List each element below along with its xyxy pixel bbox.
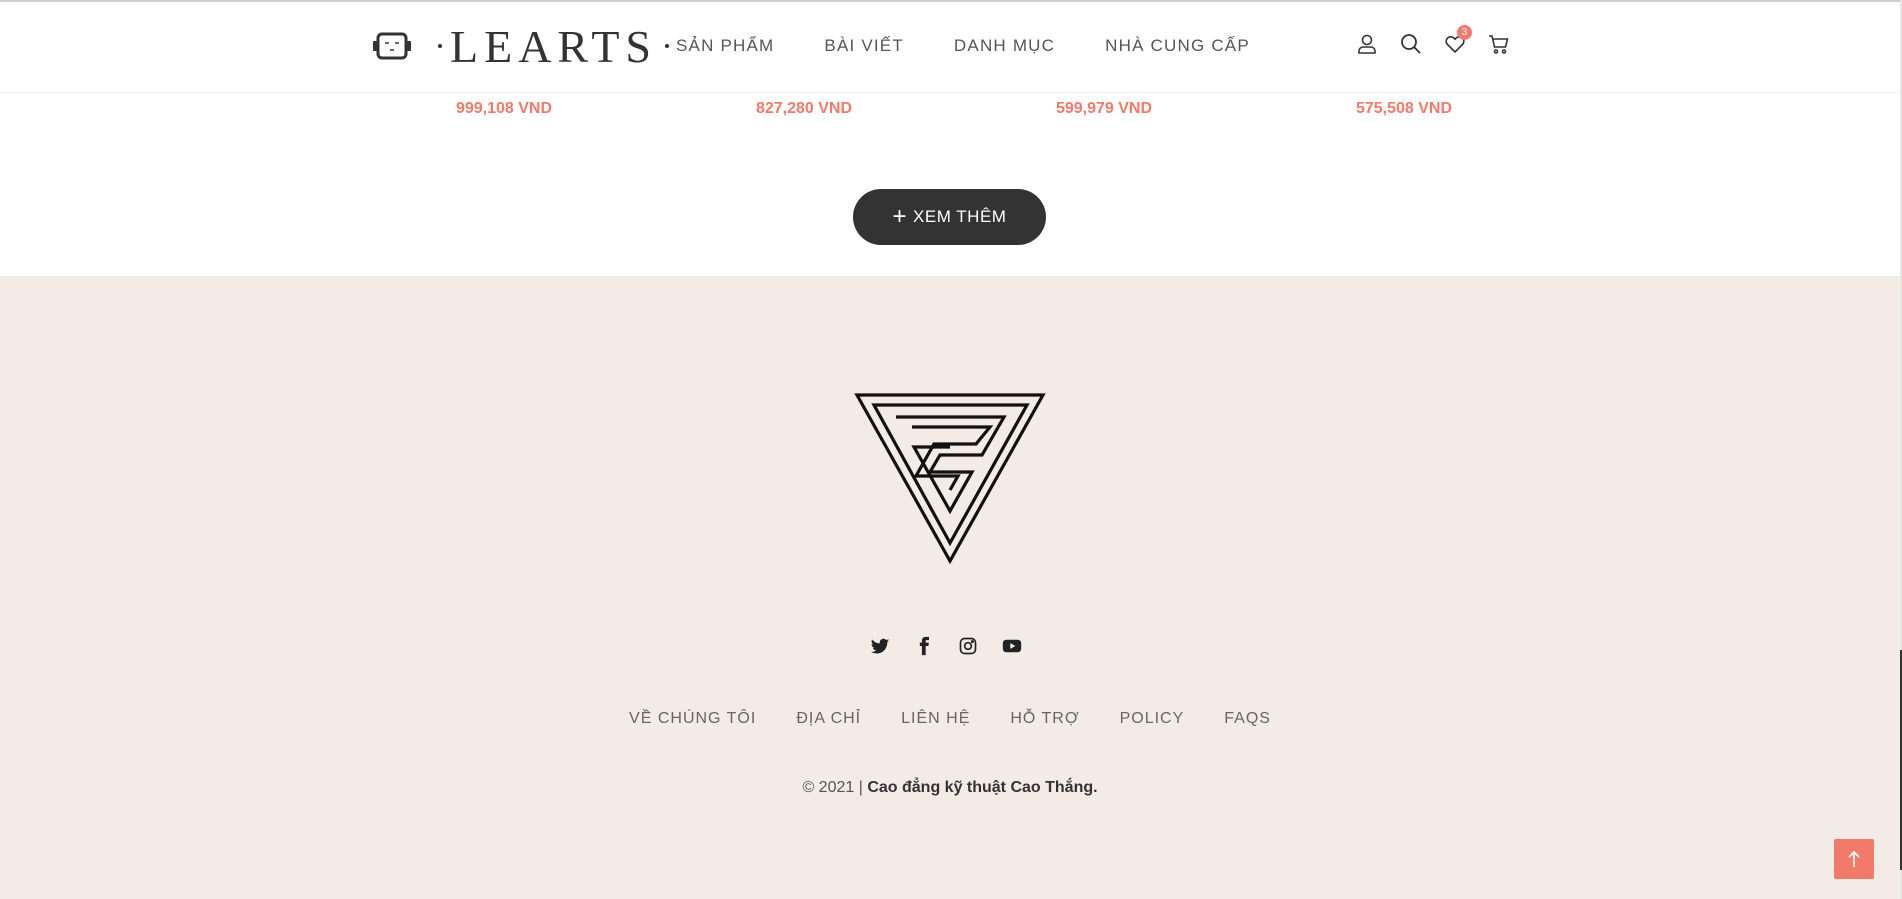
header-actions: 3 xyxy=(1355,25,1531,56)
logo-dot-left xyxy=(438,44,442,48)
instagram-icon[interactable] xyxy=(956,634,980,658)
site-logo[interactable]: LEARTS xyxy=(372,18,677,74)
site-header: LEARTS SẢN PHẨM BÀI VIẾT DANH MỤC NHÀ CU… xyxy=(0,2,1900,93)
load-more-button[interactable]: + XEM THÊM xyxy=(853,189,1046,245)
youtube-icon[interactable] xyxy=(1000,634,1024,658)
nav-item-suppliers[interactable]: NHÀ CUNG CẤP xyxy=(1105,36,1250,56)
product-price: 575,508 VND xyxy=(1355,100,1453,117)
footer-link-faqs[interactable]: FAQS xyxy=(1224,710,1271,728)
facebook-icon[interactable] xyxy=(912,634,936,658)
plus-icon: + xyxy=(892,203,908,230)
logo-text: LEARTS xyxy=(450,20,658,72)
footer-link-policy[interactable]: POLICY xyxy=(1120,710,1185,728)
footer-link-support[interactable]: HỖ TRỢ xyxy=(1010,710,1079,728)
account-icon[interactable] xyxy=(1355,32,1379,56)
copyright-prefix: © 2021 | xyxy=(802,779,863,796)
arrow-up-icon xyxy=(1848,850,1860,867)
load-more-label: XEM THÊM xyxy=(913,207,1007,226)
product-price: 827,280 VND xyxy=(755,100,853,117)
footer-brand-logo xyxy=(854,393,1046,564)
footer-nav: VỀ CHÚNG TÔI ĐỊA CHỈ LIÊN HỆ HỖ TRỢ POLI… xyxy=(0,710,1900,728)
footer-link-contact[interactable]: LIÊN HỆ xyxy=(901,710,970,728)
cart-icon[interactable] xyxy=(1487,32,1511,56)
back-to-top-button[interactable] xyxy=(1834,839,1874,879)
product-price: 999,108 VND xyxy=(455,100,553,117)
logo-dot-right xyxy=(665,44,670,48)
nav-item-categories[interactable]: DANH MỤC xyxy=(954,36,1055,56)
footer-link-address[interactable]: ĐỊA CHỈ xyxy=(796,710,861,728)
nav-item-articles[interactable]: BÀI VIẾT xyxy=(824,36,904,56)
nav-item-products[interactable]: SẢN PHẨM xyxy=(676,36,774,56)
robot-logo-icon xyxy=(373,32,411,60)
main-nav: SẢN PHẨM BÀI VIẾT DANH MỤC NHÀ CUNG CẤP xyxy=(676,36,1300,56)
product-price: 599,979 VND xyxy=(1055,100,1153,117)
copyright-text: © 2021 | Cao đẳng kỹ thuật Cao Thắng. xyxy=(0,779,1900,797)
site-footer: VỀ CHÚNG TÔI ĐỊA CHỈ LIÊN HỆ HỖ TRỢ POLI… xyxy=(0,276,1900,899)
social-links xyxy=(868,634,1044,658)
twitter-icon[interactable] xyxy=(868,634,892,658)
search-icon[interactable] xyxy=(1399,32,1423,56)
copyright-organization: Cao đẳng kỹ thuật Cao Thắng. xyxy=(867,779,1098,796)
wishlist-heart-icon[interactable]: 3 xyxy=(1443,25,1472,56)
wishlist-count-badge: 3 xyxy=(1457,25,1472,40)
footer-link-about[interactable]: VỀ CHÚNG TÔI xyxy=(629,710,756,728)
